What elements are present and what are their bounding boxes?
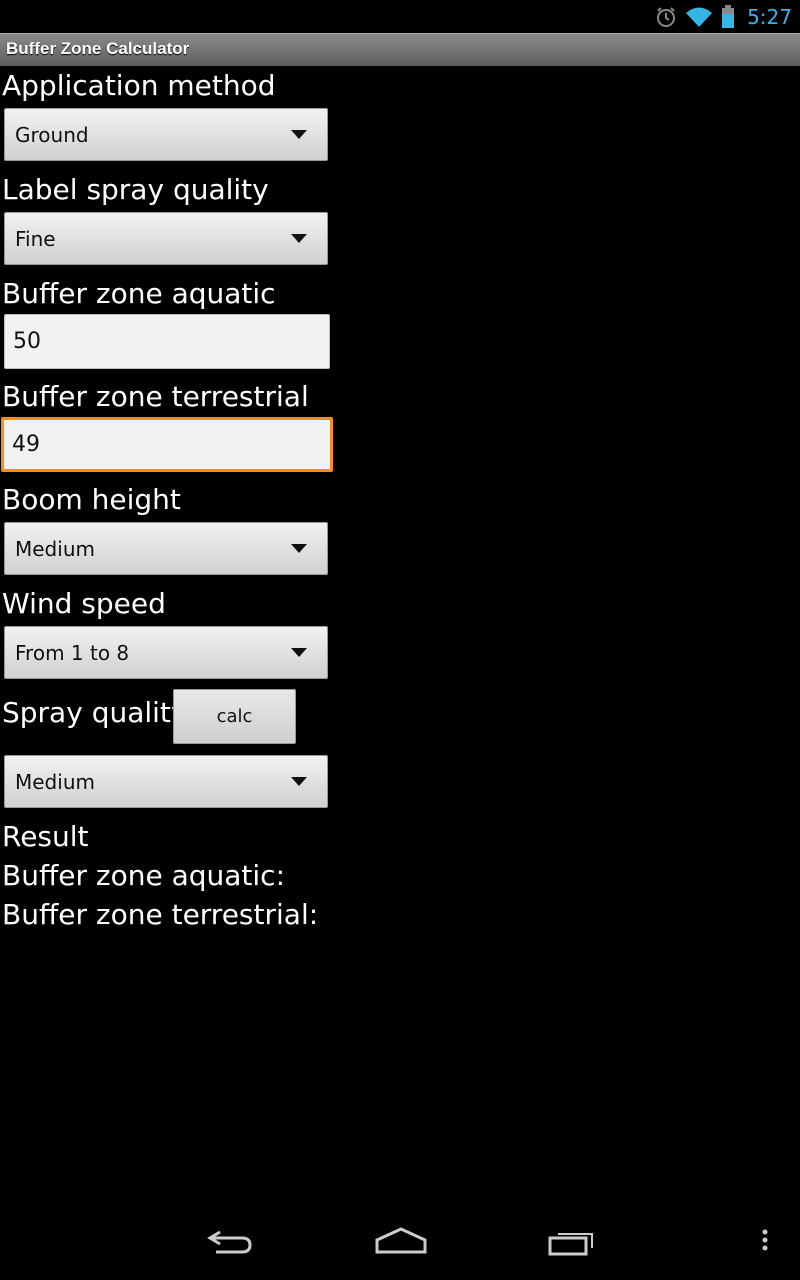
- recent-apps-icon[interactable]: [548, 1226, 596, 1258]
- wind-speed-value: From 1 to 8: [15, 641, 130, 665]
- alarm-icon: [657, 7, 676, 27]
- spray-quality-label: Spray quality: [2, 696, 188, 729]
- buffer-zone-aquatic-label: Buffer zone aquatic: [2, 277, 276, 310]
- boom-height-label: Boom height: [2, 483, 181, 516]
- overflow-menu-icon[interactable]: [760, 1226, 770, 1258]
- buffer-zone-aquatic-field[interactable]: [4, 314, 330, 369]
- wind-speed-spinner[interactable]: From 1 to 8: [4, 626, 328, 679]
- dropdown-arrow-icon: [291, 648, 307, 657]
- dropdown-arrow-icon: [291, 234, 307, 243]
- application-method-value: Ground: [15, 123, 89, 147]
- app-title: Buffer Zone Calculator: [6, 39, 190, 58]
- label-spray-quality-spinner[interactable]: Fine: [4, 212, 328, 265]
- home-icon[interactable]: [375, 1226, 427, 1258]
- dropdown-arrow-icon: [291, 130, 307, 139]
- dropdown-arrow-icon: [291, 777, 307, 786]
- application-method-label: Application method: [2, 69, 276, 102]
- navigation-bar: [0, 1208, 800, 1280]
- result-heading: Result: [2, 820, 89, 853]
- spray-quality-value: Medium: [15, 770, 95, 794]
- wifi-icon: [686, 7, 713, 27]
- buffer-zone-terrestrial-label: Buffer zone terrestrial: [2, 380, 309, 413]
- dropdown-arrow-icon: [291, 544, 307, 553]
- result-terrestrial-label: Buffer zone terrestrial:: [2, 898, 319, 931]
- buffer-zone-terrestrial-input[interactable]: [12, 420, 312, 469]
- title-bar: Buffer Zone Calculator: [0, 33, 800, 66]
- battery-icon: [722, 5, 735, 28]
- label-spray-quality-label: Label spray quality: [2, 173, 269, 206]
- status-icons: 5:27: [655, 4, 792, 30]
- wind-speed-label: Wind speed: [2, 587, 166, 620]
- status-bar: 5:27: [0, 0, 800, 33]
- spray-quality-spinner[interactable]: Medium: [4, 755, 328, 808]
- label-spray-quality-value: Fine: [15, 227, 56, 251]
- buffer-zone-terrestrial-field[interactable]: [1, 417, 333, 472]
- boom-height-spinner[interactable]: Medium: [4, 522, 328, 575]
- boom-height-value: Medium: [15, 537, 95, 561]
- calc-button[interactable]: calc: [173, 689, 296, 744]
- back-icon[interactable]: [206, 1226, 254, 1258]
- clock: 5:27: [747, 5, 792, 29]
- application-method-spinner[interactable]: Ground: [4, 108, 328, 161]
- buffer-zone-aquatic-input[interactable]: [13, 315, 313, 368]
- result-aquatic-label: Buffer zone aquatic:: [2, 859, 286, 892]
